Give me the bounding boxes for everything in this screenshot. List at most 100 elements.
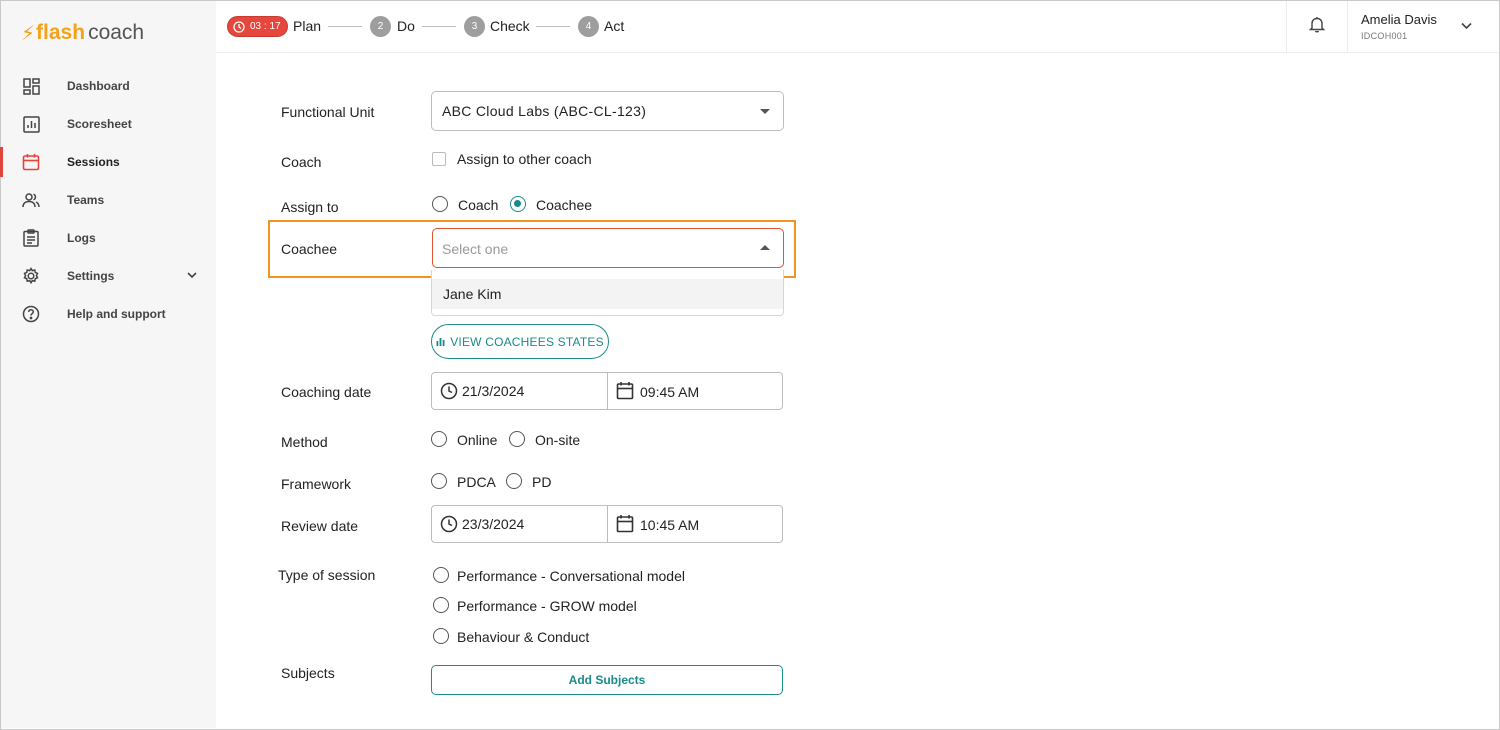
session-type-label: Type of session xyxy=(278,567,376,583)
sidebar: ⚡ flash coach Dashboard Scoresheet Sessi… xyxy=(0,1,216,728)
framework-pd-radio[interactable] xyxy=(506,473,522,489)
session-type-grow-label[interactable]: Performance - GROW model xyxy=(457,598,637,614)
step-do[interactable]: Do xyxy=(397,18,415,34)
sidebar-item-label: Logs xyxy=(67,231,96,245)
coachee-select[interactable]: Select one xyxy=(432,228,784,268)
sidebar-item-label: Help and support xyxy=(67,307,166,321)
sidebar-item-help[interactable]: Help and support xyxy=(1,295,216,333)
step-connector xyxy=(422,26,456,27)
dashboard-icon xyxy=(21,76,41,96)
notifications-button[interactable] xyxy=(1286,1,1348,52)
chevron-down-icon[interactable] xyxy=(1460,19,1473,37)
method-label: Method xyxy=(281,434,328,450)
review-date-label: Review date xyxy=(281,518,359,534)
review-datetime-field: 23/3/2024 10:45 AM xyxy=(431,505,783,543)
sidebar-item-sessions[interactable]: Sessions xyxy=(0,143,216,181)
sidebar-item-teams[interactable]: Teams xyxy=(1,181,216,219)
functional-unit-label: Functional Unit xyxy=(281,104,375,120)
calendar-icon xyxy=(21,152,41,172)
sidebar-item-label: Scoresheet xyxy=(67,117,132,131)
framework-pdca-label[interactable]: PDCA xyxy=(457,474,496,490)
method-online-radio[interactable] xyxy=(431,431,447,447)
method-online-label[interactable]: Online xyxy=(457,432,497,448)
view-coachees-states-label: VIEW COACHEES STATES xyxy=(450,334,604,349)
sidebar-item-label: Dashboard xyxy=(67,79,130,93)
users-icon xyxy=(21,190,41,210)
assign-to-label: Assign to xyxy=(281,199,339,215)
step-connector xyxy=(328,26,362,27)
coaching-date-label: Coaching date xyxy=(281,384,372,400)
review-date-input[interactable]: 23/3/2024 xyxy=(462,516,524,532)
step-check[interactable]: Check xyxy=(490,18,530,34)
coaching-date-input[interactable]: 21/3/2024 xyxy=(462,383,524,399)
sidebar-item-scoresheet[interactable]: Scoresheet xyxy=(1,105,216,143)
step-number: 3 xyxy=(464,16,485,37)
assign-coach-label[interactable]: Coach xyxy=(458,197,498,213)
session-type-conversational-label[interactable]: Performance - Conversational model xyxy=(457,568,685,584)
step-number: 2 xyxy=(370,16,391,37)
top-bar: 03 : 17 Plan 2 Do 3 Check 4 Act Amelia D… xyxy=(216,1,1499,53)
chevron-down-icon[interactable] xyxy=(186,268,198,286)
calendar-icon xyxy=(616,381,634,405)
session-type-conversational-radio[interactable] xyxy=(433,567,449,583)
step-act[interactable]: Act xyxy=(604,18,624,34)
clock-icon xyxy=(440,515,458,538)
sidebar-item-label: Teams xyxy=(67,193,105,207)
subjects-label: Subjects xyxy=(281,665,335,681)
functional-unit-value: ABC Cloud Labs (ABC-CL-123) xyxy=(442,103,647,119)
session-type-behaviour-label[interactable]: Behaviour & Conduct xyxy=(457,629,589,645)
coachee-option[interactable]: Jane Kim xyxy=(432,279,783,309)
bolt-icon: ⚡ xyxy=(21,22,36,45)
clock-icon xyxy=(440,382,458,405)
framework-label: Framework xyxy=(281,476,352,492)
step-plan[interactable]: Plan xyxy=(293,18,321,34)
coachee-dropdown: Jane Kim xyxy=(431,270,784,316)
logo-flash-text: flash xyxy=(36,21,86,44)
logo-coach-text: coach xyxy=(88,21,145,44)
sidebar-item-dashboard[interactable]: Dashboard xyxy=(1,67,216,105)
user-name[interactable]: Amelia Davis xyxy=(1361,12,1437,27)
assign-coachee-radio[interactable] xyxy=(510,196,526,212)
add-subjects-button[interactable]: Add Subjects xyxy=(431,665,783,695)
sidebar-item-settings[interactable]: Settings xyxy=(1,257,216,295)
functional-unit-select[interactable]: ABC Cloud Labs (ABC-CL-123) xyxy=(431,91,784,131)
assign-coachee-label[interactable]: Coachee xyxy=(536,197,592,213)
assign-other-coach-label[interactable]: Assign to other coach xyxy=(457,151,592,167)
clock-icon xyxy=(233,20,245,33)
clipboard-icon xyxy=(21,228,41,248)
coachee-placeholder: Select one xyxy=(442,241,509,257)
view-coachees-states-button[interactable]: VIEW COACHEES STATES xyxy=(431,324,609,359)
session-type-grow-radio[interactable] xyxy=(433,597,449,613)
calendar-icon xyxy=(616,514,634,538)
user-id: IDCOH001 xyxy=(1361,31,1408,41)
framework-pd-label[interactable]: PD xyxy=(532,474,551,490)
app-logo[interactable]: ⚡ flash coach xyxy=(21,19,144,47)
session-type-behaviour-radio[interactable] xyxy=(433,628,449,644)
caret-up-icon xyxy=(760,245,770,250)
review-time-input[interactable]: 10:45 AM xyxy=(640,517,699,533)
step-connector xyxy=(536,26,570,27)
chart-icon xyxy=(21,114,41,134)
caret-down-icon xyxy=(760,109,770,114)
coaching-time-input[interactable]: 09:45 AM xyxy=(640,384,699,400)
sidebar-nav: Dashboard Scoresheet Sessions Teams Logs xyxy=(0,67,216,333)
gear-icon xyxy=(21,266,41,286)
help-icon xyxy=(21,304,41,324)
coach-label: Coach xyxy=(281,154,322,170)
bell-icon xyxy=(1308,16,1326,38)
method-onsite-label[interactable]: On-site xyxy=(535,432,580,448)
sidebar-item-logs[interactable]: Logs xyxy=(1,219,216,257)
sidebar-item-label: Sessions xyxy=(67,155,120,169)
coachee-label: Coachee xyxy=(281,241,338,257)
framework-pdca-radio[interactable] xyxy=(431,473,447,489)
field-divider xyxy=(607,506,608,542)
field-divider xyxy=(607,373,608,409)
bar-chart-icon xyxy=(436,335,445,349)
assign-coach-radio[interactable] xyxy=(432,196,448,212)
sidebar-item-label: Settings xyxy=(67,269,115,283)
assign-other-coach-checkbox[interactable] xyxy=(432,152,446,166)
session-timer: 03 : 17 xyxy=(227,16,288,37)
method-onsite-radio[interactable] xyxy=(509,431,525,447)
step-number: 4 xyxy=(578,16,599,37)
coaching-datetime-field: 21/3/2024 09:45 AM xyxy=(431,372,783,410)
